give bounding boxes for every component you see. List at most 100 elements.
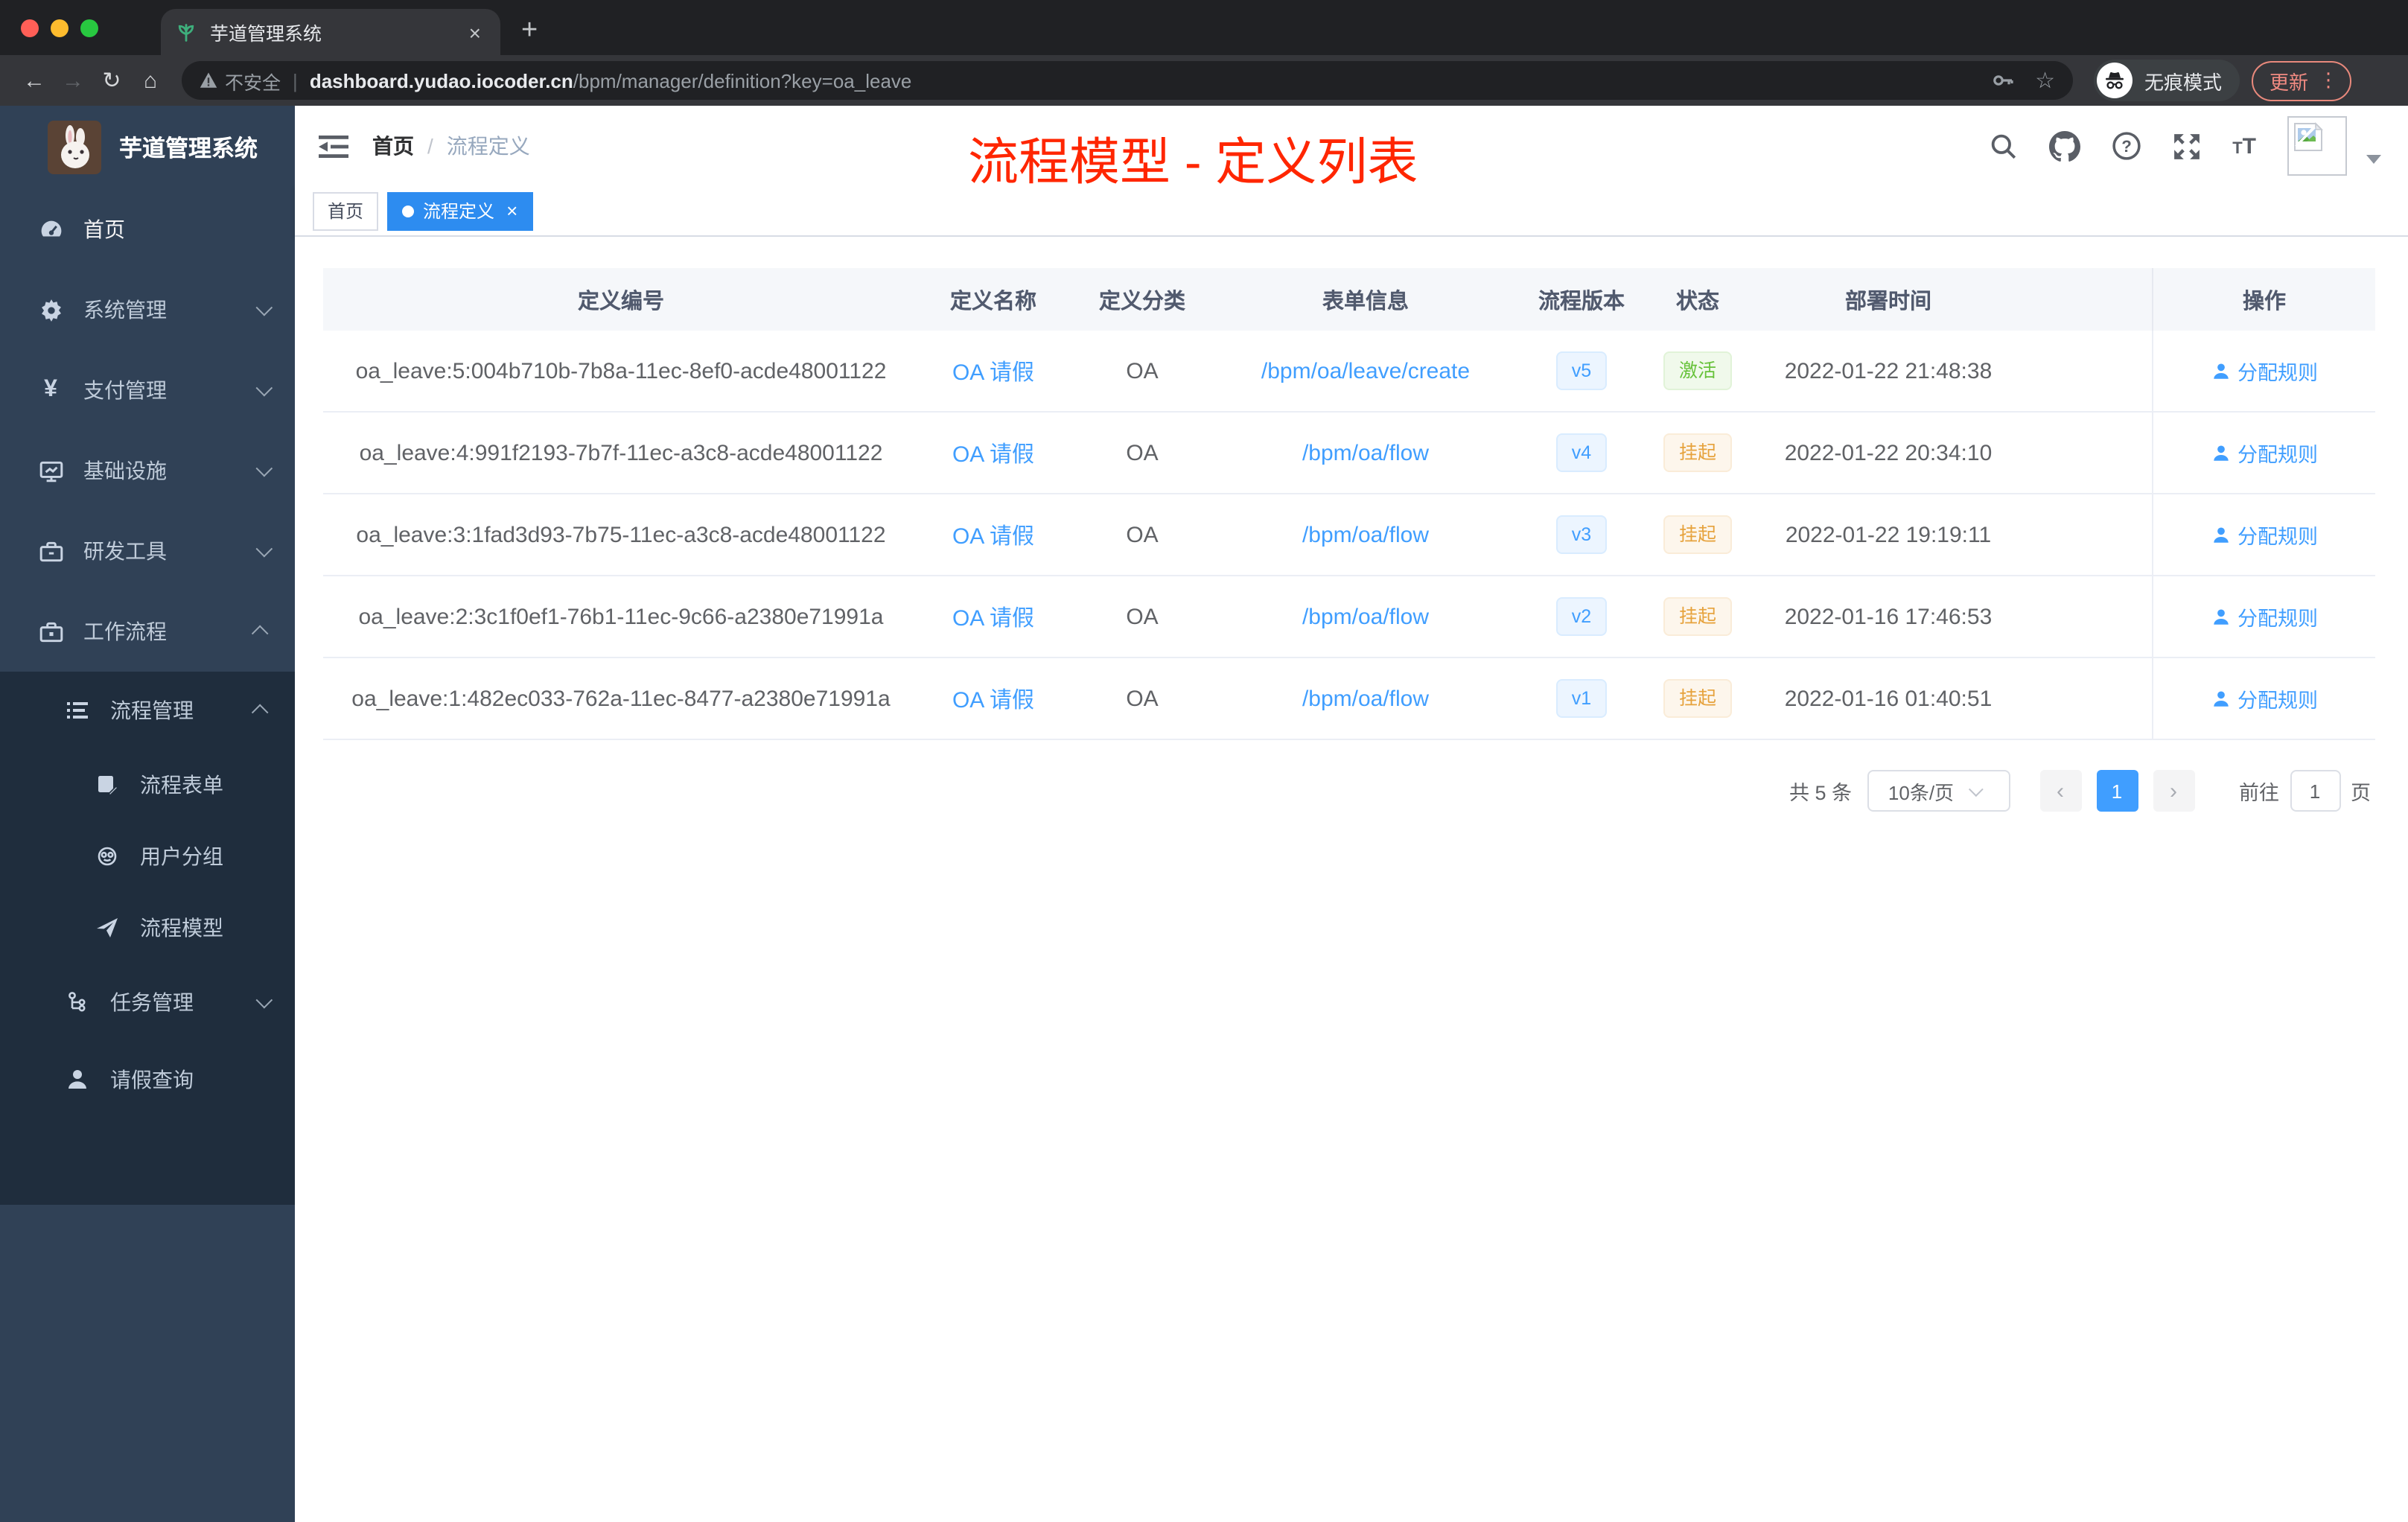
font-size-icon[interactable]: TT	[2232, 133, 2256, 159]
tab-title: 芋道管理系统	[210, 24, 322, 45]
new-tab-button[interactable]: +	[521, 15, 538, 55]
sidebar-item-workflow[interactable]: 工作流程	[0, 591, 295, 672]
dashboard-icon	[33, 217, 69, 242]
sidebar-item-label: 流程表单	[140, 773, 223, 797]
definition-name-link[interactable]: OA 请假	[952, 687, 1034, 713]
search-icon[interactable]	[1990, 132, 2018, 160]
yen-icon: ¥	[44, 377, 57, 402]
version-badge[interactable]: v5	[1556, 351, 1607, 391]
org-flow-icon	[60, 990, 95, 1014]
definition-category: OA	[1126, 686, 1159, 711]
definition-name-link[interactable]: OA 请假	[952, 442, 1034, 467]
form-link[interactable]: /bpm/oa/leave/create	[1261, 358, 1470, 383]
broken-image-icon	[2294, 122, 2323, 151]
definition-id: oa_leave:3:1fad3d93-7b75-11ec-a3c8-acde4…	[356, 522, 886, 547]
sidebar-item-system[interactable]: 系统管理	[0, 270, 295, 350]
back-button[interactable]: ←	[15, 68, 54, 93]
omnibox-divider: |	[293, 69, 298, 92]
avatar-dropdown-caret[interactable]	[2366, 155, 2381, 164]
sidebar-item-process-model[interactable]: 流程模型	[0, 892, 295, 964]
sidebar-item-devtools[interactable]: 研发工具	[0, 511, 295, 591]
incognito-icon	[2106, 72, 2124, 89]
warning-triangle-icon	[200, 72, 217, 88]
status-badge: 挂起	[1663, 596, 1731, 637]
definition-name-link[interactable]: OA 请假	[952, 605, 1034, 631]
sidebar-item-user-group[interactable]: 用户分组	[0, 821, 295, 892]
version-badge[interactable]: v1	[1556, 678, 1607, 719]
home-button[interactable]: ⌂	[131, 68, 170, 93]
update-label: 更新	[2270, 71, 2309, 93]
status-badge: 挂起	[1663, 433, 1731, 473]
sidebar-item-label: 请假查询	[110, 1068, 194, 1092]
sidebar-item-infra[interactable]: 基础设施	[0, 430, 295, 511]
user-icon	[2213, 363, 2228, 378]
avatar[interactable]	[2287, 116, 2347, 176]
column-header: 表单信息	[1322, 290, 1409, 313]
password-key-icon[interactable]	[1990, 69, 2014, 92]
fullscreen-icon[interactable]	[2173, 132, 2201, 160]
next-page-button[interactable]: ›	[2153, 770, 2194, 812]
minimize-window-button[interactable]	[51, 19, 69, 36]
zoom-window-button[interactable]	[80, 19, 98, 36]
column-header: 定义编号	[578, 290, 664, 313]
deploy-time: 2022-01-16 01:40:51	[1784, 686, 1993, 711]
deploy-time: 2022-01-22 21:48:38	[1784, 358, 1993, 383]
breadcrumb-home[interactable]: 首页	[372, 131, 414, 161]
table-row: oa_leave:3:1fad3d93-7b75-11ec-a3c8-acde4…	[323, 494, 2375, 576]
tag-close-icon[interactable]: ×	[506, 200, 517, 222]
column-header-actions: 操作	[2152, 268, 2375, 331]
bookmark-star-icon[interactable]: ☆	[2035, 67, 2055, 94]
incognito-label: 无痕模式	[2144, 71, 2223, 93]
form-link[interactable]: /bpm/oa/flow	[1302, 522, 1429, 547]
assign-rule-button[interactable]: 分配规则	[2211, 602, 2318, 631]
definition-name-link[interactable]: OA 请假	[952, 523, 1034, 549]
sidebar-item-task-mgmt[interactable]: 任务管理	[0, 964, 295, 1041]
tag-process-definition[interactable]: 流程定义 ×	[387, 191, 533, 230]
tab-close-icon[interactable]: ×	[465, 20, 485, 44]
form-link[interactable]: /bpm/oa/flow	[1302, 604, 1429, 629]
sidebar-item-leave-query[interactable]: 请假查询	[0, 1041, 295, 1118]
tag-home[interactable]: 首页	[313, 191, 379, 230]
sidebar-item-process-mgmt[interactable]: 流程管理	[0, 672, 295, 749]
sidebar-item-process-form[interactable]: 流程表单	[0, 749, 295, 821]
toolbox-icon	[33, 538, 69, 564]
reload-button[interactable]: ↻	[92, 67, 131, 94]
chrome-update-button[interactable]: 更新 ⋮	[2252, 60, 2352, 101]
sidebar-collapse-button[interactable]	[319, 133, 348, 159]
prev-page-button[interactable]: ‹	[2039, 770, 2081, 812]
sidebar-item-label: 任务管理	[110, 990, 194, 1014]
goto-page-input[interactable]	[2290, 770, 2340, 812]
page-size-select[interactable]: 10条/页	[1867, 770, 2010, 812]
page-number-1[interactable]: 1	[2096, 770, 2138, 812]
security-warning[interactable]: 不安全	[200, 66, 281, 95]
browser-menu-icon[interactable]: ⋮	[2319, 69, 2338, 92]
assign-rule-button[interactable]: 分配规则	[2211, 520, 2318, 550]
app-title: 芋道管理系统	[119, 137, 258, 162]
version-badge[interactable]: v3	[1556, 515, 1607, 555]
column-header: 状态	[1676, 290, 1719, 313]
close-window-button[interactable]	[21, 19, 39, 36]
form-link[interactable]: /bpm/oa/flow	[1302, 440, 1429, 465]
sidebar-menu: 首页 系统管理 ¥ 支付管理 基础设施 研发工具 工作流程 流程管理 流程表单 …	[0, 189, 295, 1205]
assign-rule-button[interactable]: 分配规则	[2211, 684, 2318, 713]
assign-rule-button[interactable]: 分配规则	[2211, 356, 2318, 386]
github-icon[interactable]	[2049, 130, 2081, 162]
forward-button[interactable]: →	[54, 68, 92, 93]
chevron-down-icon	[255, 299, 273, 316]
sidebar-item-label: 首页	[83, 217, 125, 241]
form-link[interactable]: /bpm/oa/flow	[1302, 686, 1429, 711]
address-bar[interactable]: 不安全 | dashboard.yudao.iocoder.cn /bpm/ma…	[182, 61, 2073, 100]
table-row: oa_leave:2:3c1f0ef1-76b1-11ec-9c66-a2380…	[323, 576, 2375, 658]
definition-name-link[interactable]: OA 请假	[952, 360, 1034, 385]
browser-tab[interactable]: 芋道管理系统 ×	[161, 9, 500, 55]
user-icon	[2213, 608, 2228, 624]
version-badge[interactable]: v2	[1556, 596, 1607, 637]
sidebar-item-home[interactable]: 首页	[0, 189, 295, 270]
help-icon[interactable]: ?	[2112, 131, 2141, 161]
sidebar-item-payment[interactable]: ¥ 支付管理	[0, 350, 295, 430]
status-badge: 挂起	[1663, 678, 1731, 719]
sidebar-item-label: 研发工具	[83, 539, 167, 563]
assign-rule-button[interactable]: 分配规则	[2211, 438, 2318, 468]
breadcrumb-separator: /	[427, 134, 433, 158]
version-badge[interactable]: v4	[1556, 433, 1607, 473]
